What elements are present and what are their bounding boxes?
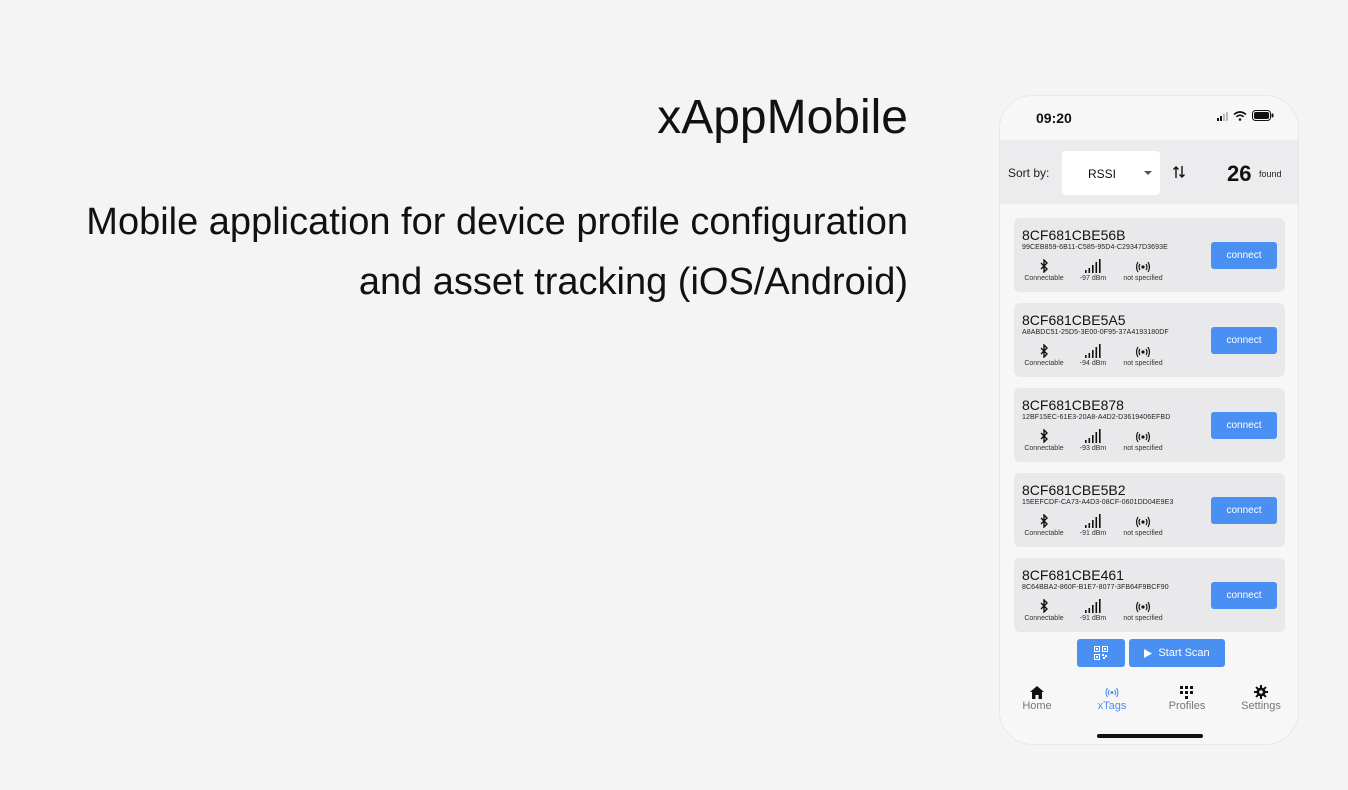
qr-code-icon [1094,646,1108,660]
action-bar: Start Scan [1000,639,1298,669]
device-name: 8CF681CBE56B [1022,227,1126,243]
connect-button[interactable]: connect [1211,242,1277,269]
bluetooth-icon [1040,259,1048,273]
gear-icon [1254,685,1268,699]
device-list[interactable]: 8CF681CBE56B 99CEB859-6B11-C585-95D4-C29… [1000,208,1298,632]
status-bar: 09:20 [1000,96,1298,140]
start-scan-label: Start Scan [1158,647,1210,659]
bluetooth-icon [1040,514,1048,528]
type-stat: not specified [1113,513,1173,537]
sort-direction-icon[interactable] [1172,164,1186,180]
home-icon [1030,685,1044,699]
device-uuid: 15EEFCDF-CA73-A4D3-08CF-0601DD04E9E3 [1022,499,1174,506]
sort-label: Sort by: [1008,166,1050,180]
broadcast-icon [1135,516,1151,528]
broadcast-icon [1105,687,1119,697]
device-name: 8CF681CBE878 [1022,397,1124,413]
bluetooth-icon [1040,344,1048,358]
device-name: 8CF681CBE5B2 [1022,482,1126,498]
battery-icon [1252,110,1274,121]
sort-select-value: RSSI [1088,167,1117,181]
found-label: found [1259,169,1282,179]
qr-scan-button[interactable] [1077,639,1125,667]
signal-strength-icon [1085,344,1101,358]
tab-profiles[interactable]: Profiles [1157,684,1217,712]
device-card[interactable]: 8CF681CBE5A5 A8ABDC51-25D5-3E00-0F95-37A… [1014,303,1285,377]
device-name: 8CF681CBE5A5 [1022,312,1126,328]
device-uuid: A8ABDC51-25D5-3E00-0F95-37A4193180DF [1022,329,1169,336]
connect-button[interactable]: connect [1211,327,1277,354]
broadcast-icon [1135,431,1151,443]
broadcast-icon [1135,261,1151,273]
device-uuid: 12BF15EC-61E3-20A8-A4D2-D3619406EFBD [1022,414,1171,421]
connect-button[interactable]: connect [1211,412,1277,439]
tab-label: Settings [1241,700,1281,712]
promo-subtitle: Mobile application for device profile co… [30,192,908,312]
tab-home[interactable]: Home [1007,684,1067,712]
device-uuid: 8C64BBA2-860F-B1E7-8077-3FB64F9BCF90 [1022,584,1169,591]
device-card[interactable]: 8CF681CBE461 8C64BBA2-860F-B1E7-8077-3FB… [1014,558,1285,632]
wifi-icon [1233,110,1247,121]
bluetooth-icon [1040,429,1048,443]
grid-icon [1180,685,1193,699]
signal-strength-icon [1085,429,1101,443]
type-label: not specified [1123,615,1163,622]
start-scan-button[interactable]: Start Scan [1129,639,1225,667]
tab-bar: Home xTags Profiles Settings [1000,678,1298,728]
type-label: not specified [1123,275,1163,282]
phone-mockup: 09:20 Sort by: RSSI 26 found 8CF681CBE56… [999,95,1299,745]
tab-label: xTags [1097,700,1127,712]
status-icons [1217,110,1274,121]
bluetooth-icon [1040,599,1048,613]
promo-subtitle-line: Mobile application for device profile co… [86,201,908,243]
tab-xtags[interactable]: xTags [1082,684,1142,712]
signal-strength-icon [1085,599,1101,613]
device-card[interactable]: 8CF681CBE5B2 15EEFCDF-CA73-A4D3-08CF-060… [1014,473,1285,547]
signal-strength-icon [1085,514,1101,528]
connect-button[interactable]: connect [1211,497,1277,524]
status-time: 09:20 [1036,110,1072,126]
chevron-down-icon [1144,171,1152,175]
type-stat: not specified [1113,598,1173,622]
tab-settings[interactable]: Settings [1231,684,1291,712]
tab-label: Profiles [1168,700,1206,712]
sort-select[interactable]: RSSI [1062,151,1160,195]
found-count: 26 [1227,161,1252,186]
tab-label: Home [1022,700,1052,712]
type-stat: not specified [1113,428,1173,452]
home-indicator [1097,734,1203,738]
play-icon [1144,648,1153,658]
signal-strength-icon [1085,259,1101,273]
device-card[interactable]: 8CF681CBE56B 99CEB859-6B11-C585-95D4-C29… [1014,218,1285,292]
sort-bar: Sort by: RSSI 26 found [1000,140,1298,204]
device-card[interactable]: 8CF681CBE878 12BF15EC-61E3-20A8-A4D2-D36… [1014,388,1285,462]
device-uuid: 99CEB859-6B11-C585-95D4-C29347D3693E [1022,244,1168,251]
promo-title: xAppMobile [657,91,908,144]
device-name: 8CF681CBE461 [1022,567,1124,583]
type-label: not specified [1123,530,1163,537]
type-stat: not specified [1113,258,1173,282]
connect-button[interactable]: connect [1211,582,1277,609]
cellular-signal-icon [1217,111,1228,121]
promo-subtitle-line: and asset tracking (iOS/Android) [358,261,908,303]
type-label: not specified [1123,360,1163,367]
broadcast-icon [1135,346,1151,358]
broadcast-icon [1135,601,1151,613]
type-label: not specified [1123,445,1163,452]
type-stat: not specified [1113,343,1173,367]
